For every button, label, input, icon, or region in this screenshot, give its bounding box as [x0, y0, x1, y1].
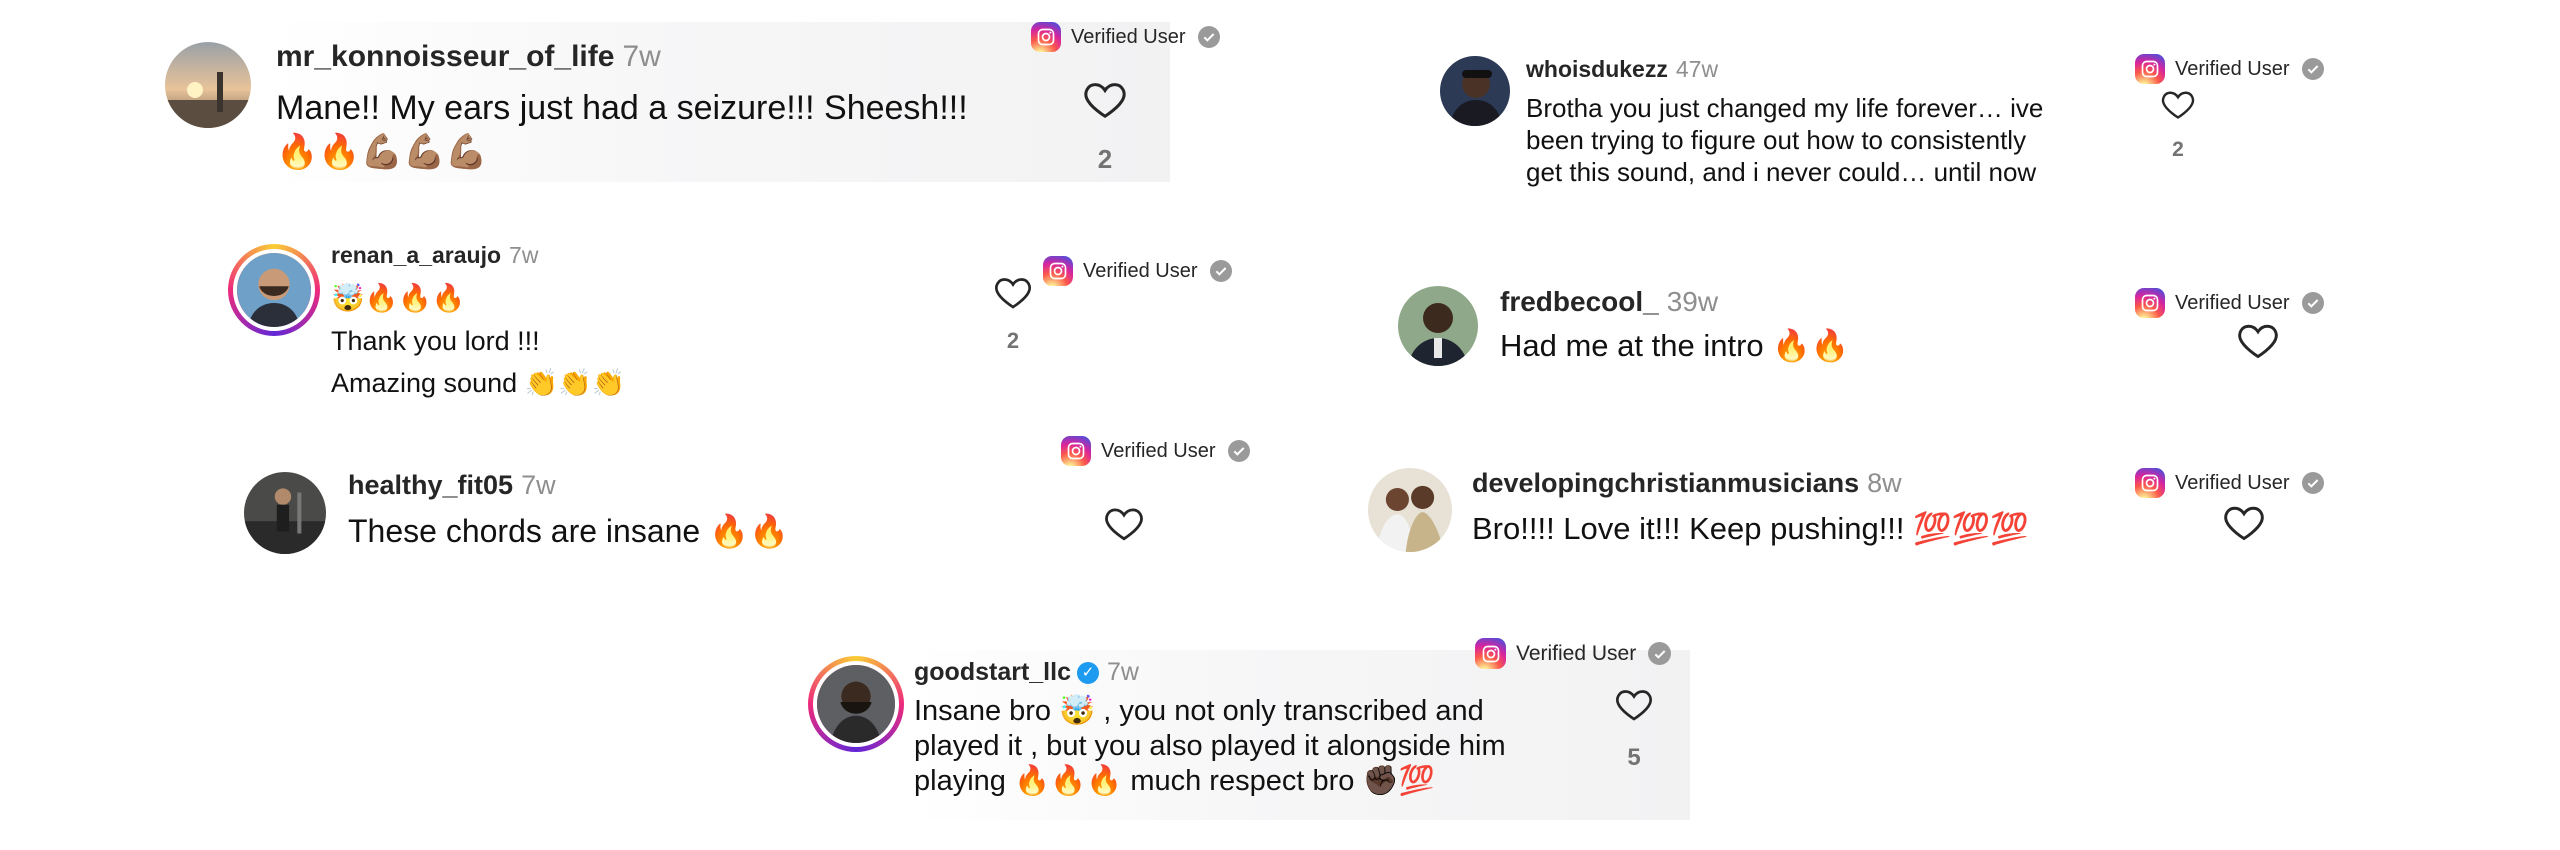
verified-user-badge: Verified User: [1043, 256, 1232, 286]
heart-icon[interactable]: [1103, 502, 1145, 544]
comment-line: 🔥🔥💪🏽💪🏽💪🏽: [276, 132, 488, 172]
comment-line: These chords are insane 🔥🔥: [348, 513, 789, 549]
comment-header: developingchristianmusicians 8w: [1472, 468, 1902, 499]
username[interactable]: mr_konnoisseur_of_life: [276, 40, 614, 73]
comment-header: fredbecool_ 39w: [1500, 286, 1718, 318]
badge-label: Verified User: [2175, 291, 2290, 314]
avatar-photo: [244, 472, 326, 554]
timestamp: 7w: [509, 242, 539, 268]
verified-user-badge: Verified User: [2135, 288, 2324, 318]
avatar-photo: [165, 42, 251, 128]
check-icon: [1197, 26, 1220, 48]
timestamp: 7w: [1106, 658, 1139, 686]
verified-user-badge: Verified User: [1061, 436, 1250, 466]
like-count: 2: [1006, 328, 1020, 353]
timestamp: 7w: [521, 470, 556, 500]
avatar[interactable]: [1440, 56, 1510, 126]
username[interactable]: fredbecool_: [1500, 286, 1659, 317]
badge-label: Verified User: [1071, 25, 1186, 48]
comment-line: been trying to figure out how to consist…: [1526, 125, 2027, 155]
username[interactable]: goodstart_llc: [914, 658, 1071, 686]
comment-line: Amazing sound 👏👏👏: [331, 368, 626, 398]
avatar[interactable]: [1398, 286, 1478, 366]
comment-header: mr_konnoisseur_of_life 7w: [276, 40, 661, 74]
timestamp: 7w: [622, 40, 661, 73]
username[interactable]: developingchristianmusicians: [1472, 468, 1859, 498]
verified-check-icon: ✓: [1076, 662, 1099, 685]
badge-label: Verified User: [1083, 259, 1198, 282]
avatar[interactable]: [165, 42, 251, 128]
heart-icon[interactable]: [1614, 684, 1654, 724]
avatar-photo: [237, 253, 311, 327]
heart-icon[interactable]: [2160, 86, 2196, 122]
heart-icon[interactable]: [2236, 318, 2280, 362]
timestamp: 39w: [1666, 286, 1719, 317]
timestamp: 47w: [1675, 56, 1719, 82]
check-icon: [2301, 58, 2324, 80]
comment-header: healthy_fit05 7w: [348, 470, 556, 501]
check-icon: [2301, 472, 2324, 494]
instagram-icon: [1061, 436, 1091, 466]
comment-line: Mane!! My ears just had a seizure!!! She…: [276, 89, 968, 127]
comment-text: Mane!! My ears just had a seizure!!! She…: [276, 86, 968, 174]
heart-icon[interactable]: [2222, 500, 2266, 544]
instagram-icon: [2135, 468, 2165, 498]
badge-label: Verified User: [1516, 641, 1637, 665]
username[interactable]: healthy_fit05: [348, 470, 513, 500]
avatar-photo: [1440, 56, 1510, 126]
comment-text: These chords are insane 🔥🔥: [348, 510, 789, 552]
comment-line: Insane bro 🤯 , you not only transcribed …: [914, 695, 1484, 727]
check-icon: [2301, 292, 2324, 314]
badge-label: Verified User: [1101, 439, 1216, 462]
comment-text: 🤯🔥🔥🔥 Thank you lord !!! Amazing sound 👏👏…: [331, 278, 625, 404]
comment-text: Had me at the intro 🔥🔥: [1500, 326, 1849, 366]
comment-line: 🤯🔥🔥🔥: [331, 283, 466, 314]
avatar[interactable]: [808, 656, 904, 752]
check-icon: [1227, 440, 1250, 462]
username[interactable]: whoisdukezz: [1526, 56, 1668, 82]
avatar[interactable]: [1368, 468, 1452, 552]
instagram-icon: [1031, 22, 1061, 52]
comment-line: Thank you lord !!!: [331, 326, 540, 356]
comment-header: goodstart_llc ✓ 7w: [914, 658, 1139, 687]
comment-line: playing 🔥🔥🔥 much respect bro ✊🏿💯: [914, 765, 1435, 797]
comment-line: Bro!!!! Love it!!! Keep pushing!!! 💯💯💯: [1472, 511, 2029, 546]
verified-user-badge: Verified User: [2135, 468, 2324, 498]
like-count: 5: [1627, 744, 1641, 771]
heart-icon[interactable]: [993, 272, 1033, 312]
badge-label: Verified User: [2175, 57, 2290, 80]
avatar-photo: [1368, 468, 1452, 552]
comment-text: Brotha you just changed my life forever……: [1526, 92, 2043, 188]
heart-icon[interactable]: [1082, 76, 1128, 122]
check-icon: [1209, 260, 1232, 282]
comment-text: Bro!!!! Love it!!! Keep pushing!!! 💯💯💯: [1472, 508, 2029, 550]
like-count: 2: [1097, 144, 1113, 174]
comment-text: Insane bro 🤯 , you not only transcribed …: [914, 694, 1506, 799]
comment-line: played it , but you also played it along…: [914, 730, 1506, 762]
check-icon: [1648, 642, 1672, 665]
instagram-icon: [1475, 638, 1506, 669]
instagram-icon: [2135, 54, 2165, 84]
comment-header: whoisdukezz 47w: [1526, 56, 1718, 83]
verified-user-badge: Verified User: [1031, 22, 1220, 52]
comment-line: get this sound, and i never could… until…: [1526, 157, 2037, 187]
verified-user-badge: Verified User: [1475, 638, 1672, 669]
instagram-icon: [1043, 256, 1073, 286]
comment-line: Had me at the intro 🔥🔥: [1500, 328, 1850, 363]
instagram-icon: [2135, 288, 2165, 318]
avatar-photo: [1398, 286, 1478, 366]
avatar[interactable]: [228, 244, 320, 336]
like-count: 2: [2172, 138, 2184, 161]
comment-line: Brotha you just changed my life forever……: [1526, 93, 2044, 123]
badge-label: Verified User: [2175, 471, 2290, 494]
avatar[interactable]: [244, 472, 326, 554]
timestamp: 8w: [1867, 468, 1902, 498]
comment-header: renan_a_araujo 7w: [331, 242, 538, 269]
verified-user-badge: Verified User: [2135, 54, 2324, 84]
username[interactable]: renan_a_araujo: [331, 242, 501, 268]
avatar-photo: [817, 665, 895, 743]
